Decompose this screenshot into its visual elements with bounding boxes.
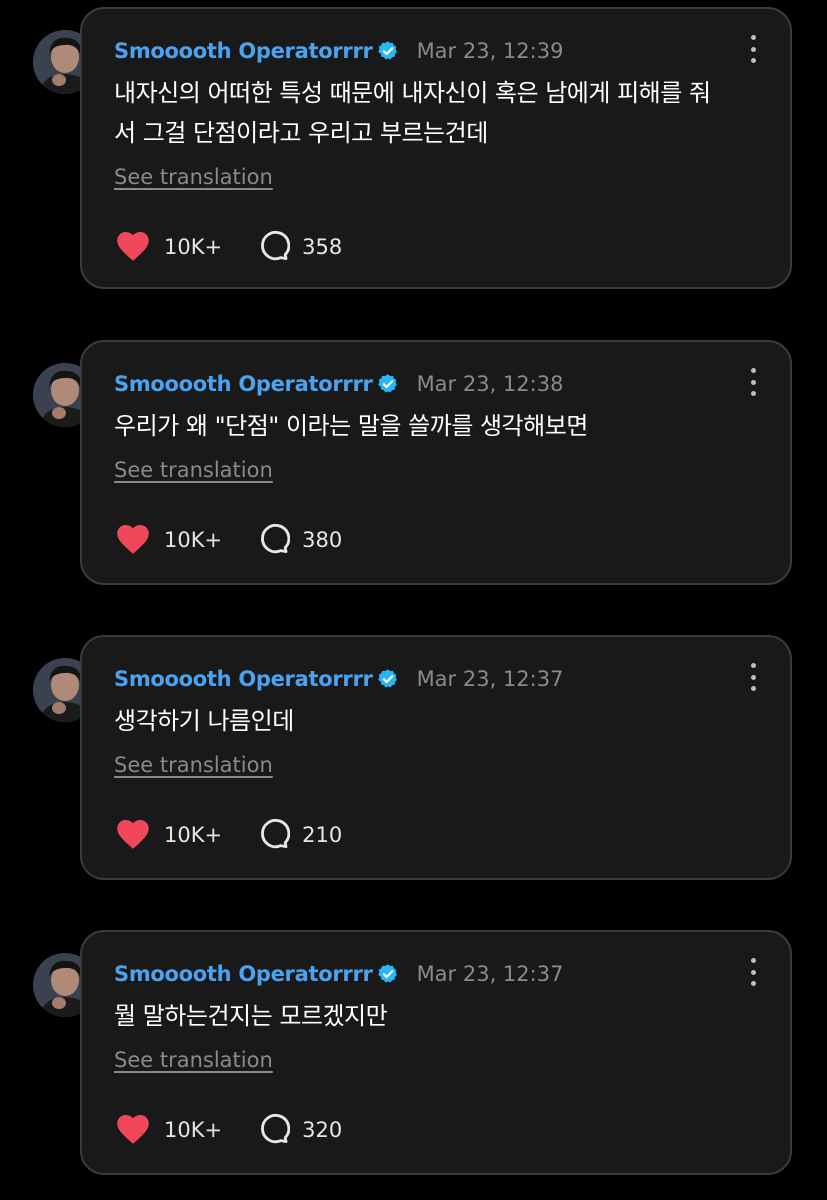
post-card[interactable]: Smooooth Operatorrrr Mar 23, 12:38 우리가 왜 "… — [80, 340, 792, 585]
reply-button[interactable]: 380 — [256, 521, 342, 559]
post-header: Smooooth Operatorrrr Mar 23, 12:37 — [114, 663, 563, 695]
speech-bubble-icon — [256, 816, 291, 854]
see-translation-link[interactable]: See translation — [114, 165, 273, 189]
speech-bubble-icon — [256, 1111, 291, 1149]
more-dot — [750, 674, 756, 680]
more-dot — [750, 969, 756, 975]
post-card[interactable]: Smooooth Operatorrrr Mar 23, 12:37 생각하기 나름… — [80, 635, 792, 880]
heart-icon — [114, 228, 152, 266]
more-dot — [750, 981, 756, 986]
post-timestamp: Mar 23, 12:37 — [416, 667, 564, 691]
see-translation-link[interactable]: See translation — [114, 753, 273, 777]
post-text: 생각하기 나름인데 — [114, 701, 764, 741]
verified-badge-icon — [377, 963, 399, 985]
post-actions: 10K+ 320 — [114, 1110, 342, 1150]
more-dot — [750, 379, 756, 385]
verified-badge-icon — [377, 40, 399, 62]
heart-icon — [114, 1111, 152, 1149]
post-item: Smooooth Operatorrrr Mar 23, 12:37 생각하기 나름… — [0, 628, 827, 903]
more-dot — [750, 368, 756, 373]
more-vertical-icon[interactable] — [746, 958, 760, 986]
post-actions: 10K+ 380 — [114, 520, 342, 560]
post-header: Smooooth Operatorrrr Mar 23, 12:37 — [114, 958, 563, 990]
post-header: Smooooth Operatorrrr Mar 23, 12:39 — [114, 35, 563, 67]
username[interactable]: Smooooth Operatorrrr — [114, 667, 373, 691]
reply-count: 380 — [302, 528, 343, 552]
more-dot — [750, 35, 756, 40]
post-timestamp: Mar 23, 12:39 — [416, 39, 564, 63]
like-button[interactable]: 10K+ — [114, 1111, 222, 1149]
post-timestamp: Mar 23, 12:38 — [416, 372, 564, 396]
post-text-line: 뭘 말하는건지는 모르겠지만 — [114, 1002, 388, 1030]
more-vertical-icon[interactable] — [746, 663, 760, 691]
post-header: Smooooth Operatorrrr Mar 23, 12:38 — [114, 368, 563, 400]
like-count: 10K+ — [164, 235, 223, 259]
post-text: 뭘 말하는건지는 모르겠지만 — [114, 996, 764, 1036]
post-item: Smooooth Operatorrrr Mar 23, 12:39 내자신의 어떠… — [0, 0, 827, 312]
more-vertical-icon[interactable] — [746, 35, 760, 63]
post-item: Smooooth Operatorrrr Mar 23, 12:37 뭘 말하는건지… — [0, 923, 827, 1198]
post-card[interactable]: Smooooth Operatorrrr Mar 23, 12:37 뭘 말하는건지… — [80, 930, 792, 1175]
reply-button[interactable]: 358 — [256, 228, 342, 266]
post-timestamp: Mar 23, 12:37 — [416, 962, 564, 986]
more-dot — [750, 958, 756, 963]
post-feed: Smooooth Operatorrrr Mar 23, 12:39 내자신의 어떠… — [0, 0, 827, 1200]
speech-bubble-icon — [256, 228, 291, 266]
verified-badge-icon — [377, 373, 399, 395]
reply-count: 358 — [302, 235, 343, 259]
more-dot — [750, 46, 756, 52]
more-vertical-icon[interactable] — [746, 368, 760, 396]
post-item: Smooooth Operatorrrr Mar 23, 12:38 우리가 왜 "… — [0, 333, 827, 608]
see-translation-link[interactable]: See translation — [114, 458, 273, 482]
post-text-line: 우리가 왜 "단점" 이라는 말을 쓸까를 생각해보면 — [114, 412, 588, 440]
like-button[interactable]: 10K+ — [114, 816, 222, 854]
like-count: 10K+ — [164, 823, 223, 847]
more-dot — [750, 58, 756, 63]
post-text: 우리가 왜 "단점" 이라는 말을 쓸까를 생각해보면 — [114, 406, 764, 446]
more-dot — [750, 391, 756, 396]
more-dot — [750, 663, 756, 668]
post-text-line: 생각하기 나름인데 — [114, 707, 294, 735]
username[interactable]: Smooooth Operatorrrr — [114, 39, 373, 63]
post-text: 내자신의 어떠한 특성 때문에 내자신이 혹은 남에게 피해를 줘서 그걸 단점… — [114, 73, 764, 153]
post-card[interactable]: Smooooth Operatorrrr Mar 23, 12:39 내자신의 어떠… — [80, 7, 792, 289]
username[interactable]: Smooooth Operatorrrr — [114, 962, 373, 986]
like-button[interactable]: 10K+ — [114, 228, 222, 266]
heart-icon — [114, 816, 152, 854]
post-text-line: 내자신의 어떠한 특성 때문에 내자신이 혹은 남에게 피해를 줘 — [114, 79, 711, 107]
like-button[interactable]: 10K+ — [114, 521, 222, 559]
reply-count: 210 — [302, 823, 343, 847]
post-text-line: 서 그걸 단점이라고 우리고 부르는건데 — [114, 119, 488, 147]
reply-button[interactable]: 320 — [256, 1111, 342, 1149]
like-count: 10K+ — [164, 528, 223, 552]
reply-button[interactable]: 210 — [256, 816, 342, 854]
speech-bubble-icon — [256, 521, 291, 559]
verified-badge-icon — [377, 668, 399, 690]
post-actions: 10K+ 358 — [114, 227, 342, 267]
post-actions: 10K+ 210 — [114, 815, 342, 855]
username[interactable]: Smooooth Operatorrrr — [114, 372, 373, 396]
see-translation-link[interactable]: See translation — [114, 1048, 273, 1072]
heart-icon — [114, 521, 152, 559]
like-count: 10K+ — [164, 1118, 223, 1142]
reply-count: 320 — [302, 1118, 343, 1142]
more-dot — [750, 686, 756, 691]
